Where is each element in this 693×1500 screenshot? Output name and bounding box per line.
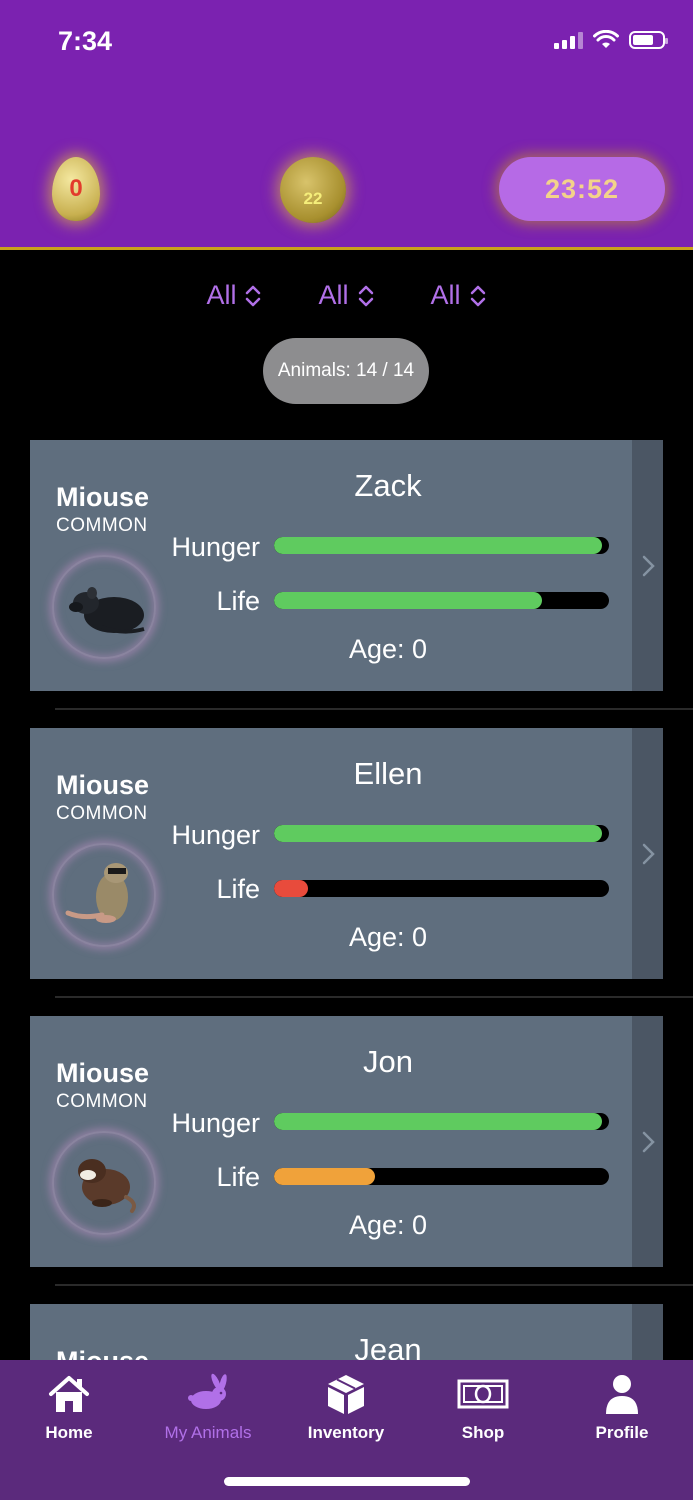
- filter-row: All All All: [0, 280, 693, 311]
- life-bar: [274, 880, 609, 897]
- animal-species: Miouse: [56, 1058, 150, 1088]
- animals-count-text: Animals: 14 / 14: [277, 360, 415, 381]
- filter-label: All: [430, 280, 461, 310]
- animal-age: Age: 0: [348, 922, 428, 952]
- filter-dropdown-1[interactable]: All: [206, 280, 262, 311]
- top-header: 7:34 0 22 23:52: [0, 0, 693, 250]
- chevron-right-icon: [642, 843, 655, 865]
- coin-counter[interactable]: 22: [280, 157, 346, 223]
- life-bar: [274, 592, 609, 609]
- animal-rarity: COMMON: [56, 515, 148, 536]
- animal-card-jean[interactable]: Miouse Jean: [30, 1304, 663, 1360]
- animal-card-zack[interactable]: Miouse COMMON Zack Hunger Life Age: 0: [30, 440, 663, 691]
- filter-label: All: [206, 280, 237, 310]
- wifi-icon: [593, 30, 619, 48]
- tab-label: Home: [45, 1423, 93, 1442]
- hunger-bar-fill: [274, 537, 603, 554]
- filter-label: All: [318, 280, 349, 310]
- hunger-bar: [274, 825, 609, 842]
- box-icon: [328, 1375, 364, 1414]
- life-bar-fill: [274, 880, 308, 897]
- life-label: Life: [216, 586, 260, 616]
- tab-profile[interactable]: Profile: [562, 1372, 682, 1443]
- rabbit-icon: [188, 1373, 227, 1409]
- animal-name: Zack: [354, 468, 422, 503]
- hunger-bar: [274, 1113, 609, 1130]
- card-chevron-bar: [632, 728, 663, 979]
- egg-count: 0: [69, 175, 83, 202]
- hunger-bar-fill: [274, 1113, 603, 1130]
- life-bar: [274, 1168, 609, 1185]
- animal-name: Jon: [363, 1044, 413, 1079]
- tab-shop[interactable]: Shop: [423, 1372, 543, 1443]
- signal-icon: [554, 31, 583, 49]
- chevron-up-down-icon: [470, 285, 485, 306]
- animal-age: Age: 0: [348, 1210, 428, 1240]
- hunger-label: Hunger: [171, 820, 260, 850]
- hunger-label: Hunger: [171, 532, 260, 562]
- divider: [55, 996, 693, 998]
- tab-label: Inventory: [307, 1423, 385, 1442]
- timer-value: 23:52: [544, 173, 620, 204]
- filter-dropdown-3[interactable]: All: [431, 280, 487, 311]
- chevron-up-down-icon: [246, 285, 261, 306]
- card-chevron-bar: [632, 1304, 663, 1360]
- tab-label: My Animals: [164, 1423, 252, 1442]
- life-label: Life: [216, 874, 260, 904]
- battery-icon: [629, 31, 668, 49]
- banknote-icon: [457, 1379, 509, 1409]
- animal-species: Miouse: [56, 1346, 149, 1360]
- egg-counter[interactable]: 0: [52, 157, 100, 221]
- animals-count-badge: Animals: 14 / 14: [263, 338, 429, 404]
- tab-label: Shop: [461, 1423, 505, 1442]
- person-icon: [606, 1375, 638, 1414]
- black-mouse-icon: [69, 587, 145, 634]
- chevron-right-icon: [642, 1131, 655, 1153]
- divider: [55, 708, 693, 710]
- home-icon: [49, 1376, 89, 1412]
- chevron-up-down-icon: [358, 285, 373, 306]
- animal-card-ellen[interactable]: Miouse COMMON Ellen Hunger Life Age: 0: [30, 728, 663, 979]
- timer-button[interactable]: 23:52: [499, 157, 665, 221]
- hunger-bar-fill: [274, 825, 603, 842]
- status-time: 7:34: [58, 26, 113, 56]
- life-label: Life: [216, 1162, 260, 1192]
- animal-species: Miouse: [56, 770, 150, 800]
- hunger-label: Hunger: [171, 1108, 260, 1138]
- animal-name: Jean: [354, 1332, 422, 1360]
- animal-rarity: COMMON: [56, 1091, 148, 1112]
- card-chevron-bar: [632, 1016, 663, 1267]
- tab-inventory[interactable]: Inventory: [286, 1372, 406, 1443]
- tab-home[interactable]: Home: [9, 1372, 129, 1443]
- tab-my-animals[interactable]: My Animals: [148, 1372, 268, 1443]
- status-icons: [554, 30, 668, 50]
- animal-card-jon[interactable]: Miouse COMMON Jon Hunger Life Age: 0: [30, 1016, 663, 1267]
- hunger-bar: [274, 537, 609, 554]
- animal-species: Miouse: [56, 482, 150, 512]
- life-bar-fill: [274, 592, 542, 609]
- home-indicator: [224, 1477, 470, 1486]
- chevron-right-icon: [642, 555, 655, 577]
- card-chevron-bar: [632, 440, 663, 691]
- tan-mouse-icon: [65, 863, 128, 923]
- animal-rarity: COMMON: [56, 803, 148, 824]
- tab-label: Profile: [595, 1423, 649, 1442]
- filter-dropdown-2[interactable]: All: [318, 280, 374, 311]
- coin-count: 22: [303, 189, 323, 208]
- divider: [55, 1284, 693, 1286]
- life-bar-fill: [274, 1168, 375, 1185]
- animal-name: Ellen: [353, 756, 423, 791]
- brown-mouse-icon: [78, 1159, 136, 1213]
- animal-age: Age: 0: [348, 634, 428, 664]
